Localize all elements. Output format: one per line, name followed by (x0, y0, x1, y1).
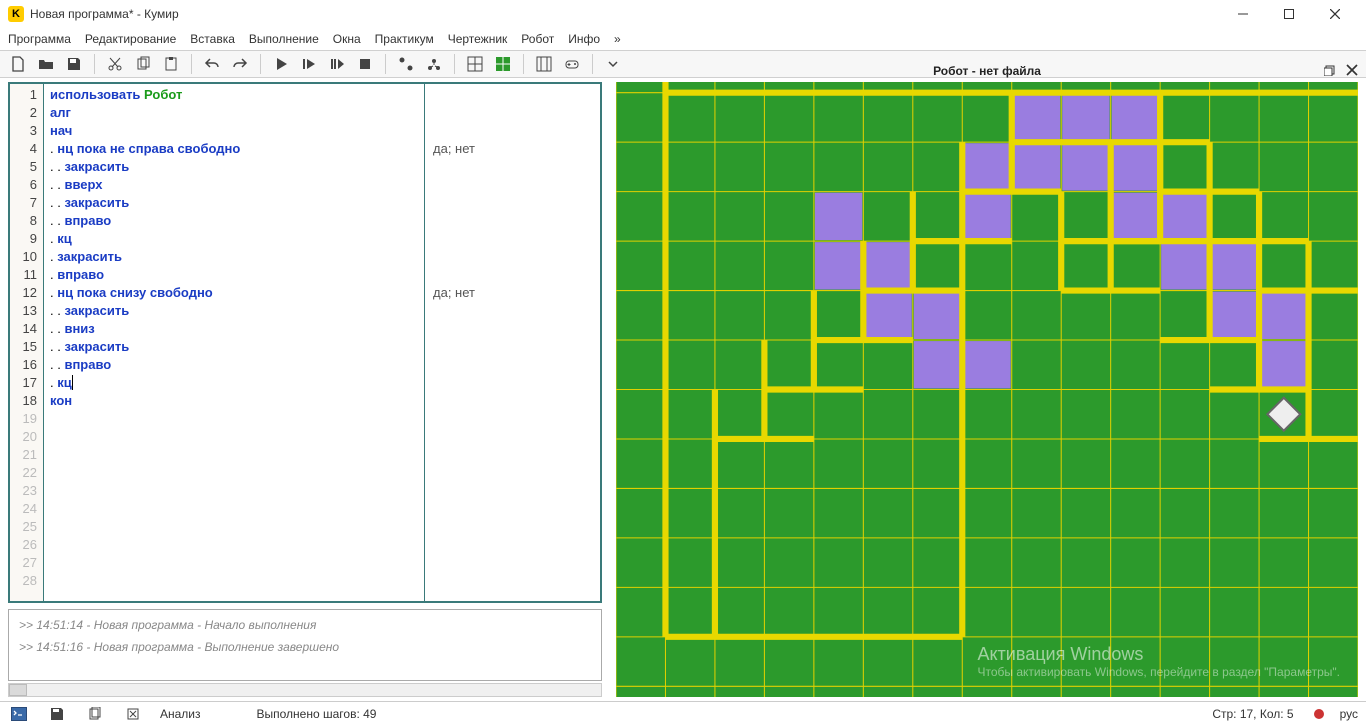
line-gutter: 1234567891011121314151617181920212223242… (10, 84, 44, 601)
clear-status-icon[interactable] (122, 705, 144, 723)
menu-item[interactable]: Инфо (568, 32, 600, 46)
menu-item[interactable]: Вставка (190, 32, 235, 46)
status-steps: Выполнено шагов: 49 (257, 707, 377, 721)
gamepad-icon[interactable] (560, 52, 584, 76)
redo-icon[interactable] (228, 52, 252, 76)
status-lang: рус (1340, 707, 1358, 721)
open-file-icon[interactable] (34, 52, 58, 76)
step-icon[interactable] (297, 52, 321, 76)
robot-pane: Робот - нет файла Активация Windows Чтоб… (616, 82, 1358, 697)
breakpoints-icon[interactable] (394, 52, 418, 76)
menu-item[interactable]: » (614, 32, 621, 46)
annotation-column: да; нет да; нет (424, 84, 600, 601)
menu-item[interactable]: Программа (8, 32, 71, 46)
output-console[interactable]: >> 14:51:14 - Новая программа - Начало в… (8, 609, 602, 681)
record-indicator-icon (1314, 709, 1324, 719)
robot-panel-title: Робот - нет файла (933, 64, 1041, 78)
new-file-icon[interactable] (6, 52, 30, 76)
menu-item[interactable]: Чертежник (448, 32, 508, 46)
stop-icon[interactable] (353, 52, 377, 76)
copy-status-icon[interactable] (84, 705, 106, 723)
panel-close-icon[interactable] (1346, 64, 1358, 79)
restore-icon[interactable] (1324, 64, 1336, 79)
cut-icon[interactable] (103, 52, 127, 76)
minimize-button[interactable] (1220, 0, 1266, 28)
status-analysis: Анализ (160, 707, 201, 721)
save-file-icon[interactable] (62, 52, 86, 76)
paste-icon[interactable] (159, 52, 183, 76)
grid1-icon[interactable] (463, 52, 487, 76)
undo-icon[interactable] (200, 52, 224, 76)
status-cursor-pos: Стр: 17, Кол: 5 (1212, 707, 1293, 721)
menu-item[interactable]: Практикум (375, 32, 434, 46)
robot-panel-title-bar: Робот - нет файла (616, 60, 1358, 82)
menu-bar: Программа Редактирование Вставка Выполнение… (0, 28, 1366, 50)
grid-green-icon[interactable] (491, 52, 515, 76)
menu-item[interactable]: Выполнение (249, 32, 319, 46)
menu-item[interactable]: Робот (521, 32, 554, 46)
run-icon[interactable] (269, 52, 293, 76)
step-over-icon[interactable] (325, 52, 349, 76)
code-area[interactable]: использовать Роботалгнач. нц пока не спр… (44, 84, 424, 601)
close-button[interactable] (1312, 0, 1358, 28)
grid2-icon[interactable] (532, 52, 556, 76)
save-status-icon[interactable] (46, 705, 68, 723)
menu-item[interactable]: Редактирование (85, 32, 176, 46)
main-area: 1234567891011121314151617181920212223242… (0, 78, 1366, 701)
horizontal-scrollbar[interactable] (8, 683, 602, 697)
variables-icon[interactable] (422, 52, 446, 76)
maximize-button[interactable] (1266, 0, 1312, 28)
title-bar: K Новая программа* - Кумир (0, 0, 1366, 28)
status-bar: Анализ Выполнено шагов: 49 Стр: 17, Кол:… (0, 701, 1366, 725)
code-editor[interactable]: 1234567891011121314151617181920212223242… (8, 82, 602, 603)
copy-icon[interactable] (131, 52, 155, 76)
robot-field[interactable]: Активация Windows Чтобы активировать Win… (616, 82, 1358, 697)
menu-item[interactable]: Окна (333, 32, 361, 46)
editor-pane: 1234567891011121314151617181920212223242… (8, 82, 602, 697)
app-logo: K (8, 6, 24, 22)
terminal-icon[interactable] (8, 705, 30, 723)
window-title: Новая программа* - Кумир (30, 7, 179, 21)
